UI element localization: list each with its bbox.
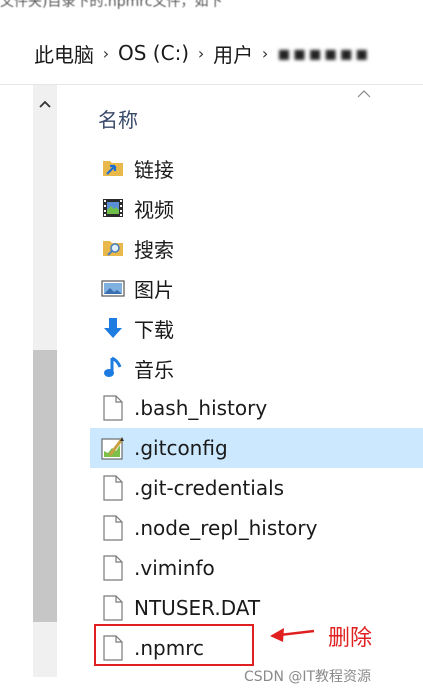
- gitconfig-file-icon: [100, 435, 126, 461]
- divider: [0, 84, 423, 85]
- list-item-label: 链接: [134, 157, 174, 182]
- list-item-label: 搜索: [134, 237, 174, 262]
- list-item-label: .node_repl_history: [134, 516, 318, 540]
- list-item-label: 图片: [134, 277, 174, 302]
- annotation-highlight-box: [94, 624, 254, 666]
- list-item[interactable]: 视频: [90, 188, 423, 228]
- shortcut-folder-icon: [100, 155, 126, 181]
- annotation-delete-label: 删除: [328, 626, 373, 651]
- file-icon: [100, 555, 126, 581]
- breadcrumb-chevron-icon[interactable]: ›: [253, 44, 277, 63]
- download-arrow-icon: [100, 315, 126, 341]
- video-folder-icon: [100, 195, 126, 221]
- list-item[interactable]: 图片: [90, 268, 423, 308]
- breadcrumb-this-pc[interactable]: 此电脑: [34, 39, 94, 68]
- breadcrumb-users[interactable]: 用户: [213, 39, 253, 68]
- list-item-label: NTUSER.DAT: [134, 596, 261, 620]
- list-item[interactable]: 下载: [90, 308, 423, 348]
- pictures-folder-icon: [100, 275, 126, 301]
- list-item[interactable]: 链接: [90, 148, 423, 188]
- file-icon: [100, 515, 126, 541]
- sort-ascending-icon[interactable]: [354, 86, 374, 100]
- watermark: CSDN @IT教程资源: [244, 669, 372, 685]
- page-caption: 文件夹)目录下的.npmrc文件，如下: [0, 0, 223, 10]
- column-header-name[interactable]: 名称: [98, 104, 138, 133]
- list-item-label: .bash_history: [134, 396, 268, 420]
- address-bar[interactable]: 此电脑 › OS (C:) › 用户 › ▪▪▪▪▪▪: [0, 22, 423, 84]
- breadcrumb-username-blurred[interactable]: ▪▪▪▪▪▪: [277, 41, 370, 65]
- list-item-label: .git-credentials: [134, 476, 285, 500]
- breadcrumb-chevron-icon[interactable]: ›: [94, 44, 118, 63]
- list-item[interactable]: .bash_history: [90, 388, 423, 428]
- list-item[interactable]: NTUSER.DAT: [90, 588, 423, 628]
- file-icon: [100, 395, 126, 421]
- breadcrumb-drive-c[interactable]: OS (C:): [118, 41, 189, 65]
- annotation-arrow-icon: [268, 622, 316, 646]
- file-icon: [100, 475, 126, 501]
- breadcrumb-chevron-icon[interactable]: ›: [189, 44, 213, 63]
- search-folder-icon: [100, 235, 126, 261]
- list-item-label: 下载: [134, 317, 174, 342]
- music-note-icon: [100, 355, 126, 381]
- list-item-label: 音乐: [134, 357, 174, 382]
- list-item[interactable]: 音乐: [90, 348, 423, 388]
- scrollbar-thumb[interactable]: [33, 350, 57, 622]
- list-item[interactable]: .viminfo: [90, 548, 423, 588]
- list-item[interactable]: .gitconfig: [90, 428, 423, 468]
- file-list: 链接 视频 搜索 图片 下载 音乐 .bash_history .gitconf…: [90, 148, 423, 668]
- list-item[interactable]: 搜索: [90, 228, 423, 268]
- list-item[interactable]: .git-credentials: [90, 468, 423, 508]
- list-item[interactable]: .node_repl_history: [90, 508, 423, 548]
- list-item-label: 视频: [134, 197, 174, 222]
- scroll-up-icon[interactable]: [33, 92, 57, 116]
- list-item-label: .viminfo: [134, 556, 215, 580]
- file-icon: [100, 595, 126, 621]
- list-item-label: .gitconfig: [134, 436, 228, 460]
